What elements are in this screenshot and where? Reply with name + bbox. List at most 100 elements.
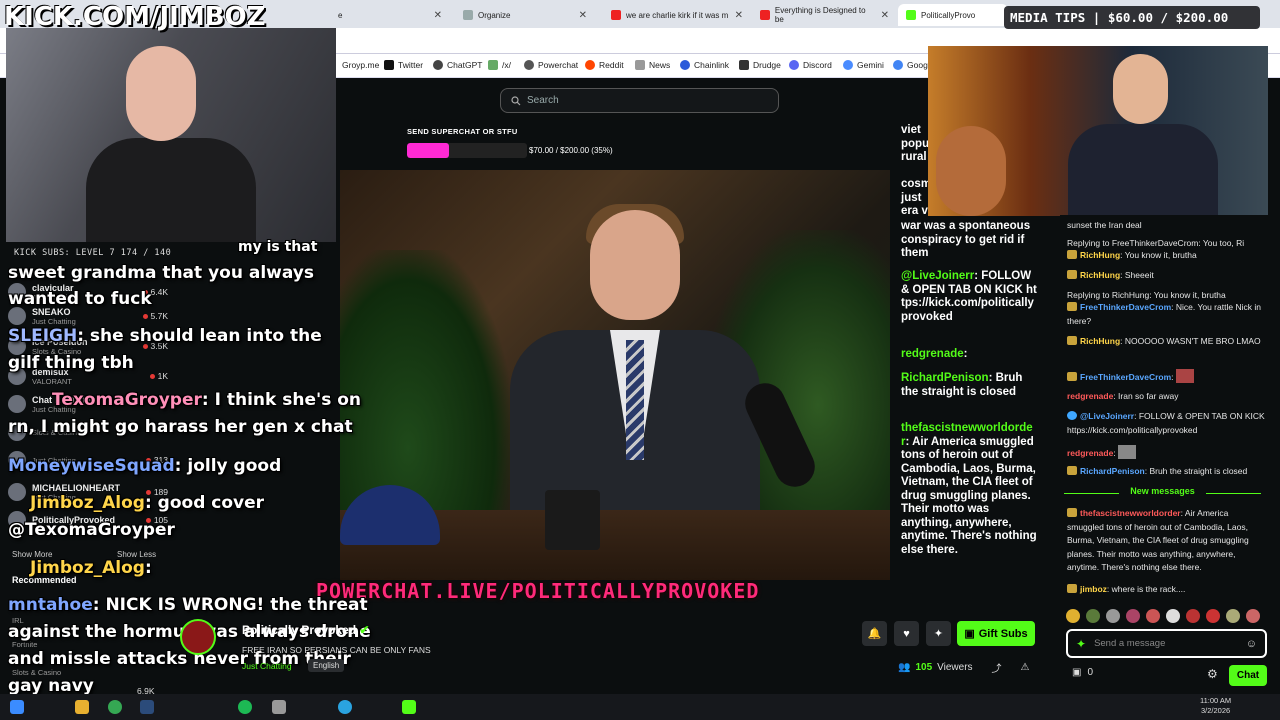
chat-input-placeholder: Send a message bbox=[1094, 638, 1166, 649]
browser-tab[interactable]: Organize ✕ bbox=[455, 4, 595, 26]
chainlink-icon bbox=[680, 60, 690, 70]
browser-tab[interactable]: e ✕ bbox=[330, 4, 450, 26]
mid-chat-message: viet popu rural bbox=[901, 124, 931, 165]
chat-username[interactable]: redgrenade bbox=[1067, 391, 1113, 401]
channel-info: Politically Provoked ✔ FREE IRAN SO PERS… bbox=[168, 615, 898, 685]
overlay-chat-text: wanted to fuck bbox=[8, 289, 152, 309]
channel-avatar[interactable] bbox=[180, 619, 216, 655]
bookmark-gemini[interactable]: Gemini bbox=[843, 60, 884, 70]
mid-chat-text: cosm just era v bbox=[901, 178, 932, 217]
system-clock: 11:00 AM 3/2/2026 bbox=[1200, 696, 1231, 716]
bookmark-powerchat[interactable]: Powerchat bbox=[524, 60, 578, 70]
chat-points[interactable]: ▣ 0 bbox=[1072, 667, 1093, 678]
chat-message: thefascistnewworldorder: Air America smu… bbox=[1067, 508, 1249, 572]
overlay-chat-line: @TexomaGroyper bbox=[8, 517, 175, 544]
language-tag[interactable]: English bbox=[308, 659, 345, 672]
channel-name[interactable]: Politically Provoked ✔ bbox=[242, 623, 369, 637]
bookmark-news[interactable]: News bbox=[635, 60, 670, 70]
taskbar-app-icon[interactable] bbox=[272, 700, 286, 714]
overlay-chat-user: SLEIGH bbox=[8, 326, 78, 346]
bookmark-reddit[interactable]: Reddit bbox=[585, 60, 624, 70]
telegram-icon[interactable] bbox=[338, 700, 352, 714]
sparkle-icon[interactable]: ✦ bbox=[1076, 637, 1086, 651]
chat-username[interactable]: RichardPenison bbox=[1080, 466, 1145, 476]
chrome-icon[interactable] bbox=[108, 700, 122, 714]
bookmark-groypme[interactable]: Groyp.me bbox=[342, 60, 379, 70]
close-tab-icon[interactable]: ✕ bbox=[579, 10, 587, 21]
chat-username[interactable]: FreeThinkerDaveCrom bbox=[1080, 372, 1171, 382]
bookmark-label: ChatGPT bbox=[447, 60, 483, 70]
live-dot-icon bbox=[142, 313, 148, 319]
bookmark-label: Twitter bbox=[398, 60, 424, 70]
bookmark-google[interactable]: Goog bbox=[893, 60, 928, 70]
bookmark-chatgpt[interactable]: ChatGPT bbox=[433, 60, 482, 70]
sub-badge-icon bbox=[1067, 270, 1077, 279]
browser-tab[interactable]: we are charlie kirk if it was m ✕ bbox=[603, 4, 751, 26]
overlay-chat-text: she should lean into the bbox=[89, 326, 322, 346]
report-icon[interactable]: ⚠ bbox=[1021, 662, 1030, 673]
chat-username[interactable]: RichHung bbox=[1080, 270, 1120, 280]
steam-icon[interactable] bbox=[140, 700, 154, 714]
stream-video[interactable] bbox=[340, 170, 890, 580]
mid-chat-user: RichardPenison bbox=[901, 372, 989, 384]
follow-heart-icon[interactable]: ♥ bbox=[894, 621, 919, 646]
emote-icon[interactable] bbox=[1166, 609, 1180, 623]
emote-icon[interactable] bbox=[1106, 609, 1120, 623]
viewer-count: 1K bbox=[149, 371, 168, 381]
bookmark-x[interactable]: /x/ bbox=[488, 60, 511, 70]
clock-date: 3/2/2026 bbox=[1200, 706, 1231, 715]
x-logo-icon bbox=[384, 60, 394, 70]
emote-icon[interactable] bbox=[1186, 609, 1200, 623]
file-explorer-icon[interactable] bbox=[75, 700, 89, 714]
chat-message: @LiveJoinerr: FOLLOW & OPEN TAB ON KICK … bbox=[1067, 411, 1265, 435]
chat-username[interactable]: RichHung bbox=[1080, 336, 1120, 346]
emote-icon[interactable] bbox=[1246, 609, 1260, 623]
search-input[interactable]: Search bbox=[500, 88, 779, 113]
emote-icon[interactable] bbox=[1126, 609, 1140, 623]
close-tab-icon[interactable]: ✕ bbox=[735, 10, 743, 21]
chat-message-input[interactable]: ✦ Send a message ☺ bbox=[1066, 629, 1267, 658]
bookmark-discord[interactable]: Discord bbox=[789, 60, 832, 70]
chat-send-button[interactable]: Chat bbox=[1229, 665, 1267, 686]
sparkle-action-icon[interactable]: ✦ bbox=[926, 621, 951, 646]
chat-username[interactable]: redgrenade bbox=[1067, 448, 1113, 458]
mid-chat-text: war was a spontaneous conspiracy to get … bbox=[901, 220, 1031, 259]
bookmark-twitter[interactable]: Twitter bbox=[384, 60, 423, 70]
sub-badge-icon bbox=[1067, 302, 1077, 311]
browser-tab-active[interactable]: PoliticallyProvo bbox=[898, 4, 1008, 26]
tab-label: Organize bbox=[478, 10, 511, 20]
chat-message: RichHung: You know it, brutha bbox=[1067, 249, 1265, 263]
overlay-chat-line: rn, I might go harass her gen x chat bbox=[8, 414, 353, 441]
emote-icon[interactable] bbox=[1066, 609, 1080, 623]
chat-settings-icon[interactable]: ⚙ bbox=[1207, 667, 1218, 681]
stream-category[interactable]: Just Chatting bbox=[242, 661, 292, 671]
chat-username[interactable]: RichHung bbox=[1080, 250, 1120, 260]
chat-username[interactable]: thefascistnewworldorder bbox=[1080, 508, 1181, 518]
notifications-bell-icon[interactable]: 🔔 bbox=[862, 621, 887, 646]
share-icon[interactable]: ⤴ bbox=[992, 660, 1002, 675]
gift-subs-button[interactable]: ▣ Gift Subs bbox=[957, 621, 1035, 646]
close-tab-icon[interactable]: ✕ bbox=[434, 10, 442, 21]
mid-chat-text: viet popu rural bbox=[901, 124, 930, 163]
emote-icon[interactable] bbox=[1226, 609, 1240, 623]
kick-app-icon[interactable] bbox=[402, 700, 416, 714]
new-messages-divider[interactable]: New messages bbox=[1060, 486, 1265, 500]
close-tab-icon[interactable]: ✕ bbox=[881, 10, 889, 21]
bookmark-chainlink[interactable]: Chainlink bbox=[680, 60, 729, 70]
chat-username[interactable]: @LiveJoinerr bbox=[1080, 411, 1134, 421]
emote-icon[interactable] bbox=[1086, 609, 1100, 623]
browser-tab[interactable]: Everything is Designed to be ✕ bbox=[752, 4, 897, 26]
chat-username[interactable]: FreeThinkerDaveCrom bbox=[1080, 302, 1171, 312]
emote-icon[interactable] bbox=[1146, 609, 1160, 623]
overlay-chat-text: sweet grandma that you always bbox=[8, 263, 315, 283]
bookmark-label: Discord bbox=[803, 60, 832, 70]
start-menu-icon[interactable] bbox=[10, 700, 24, 714]
emote-icon[interactable] bbox=[1206, 609, 1220, 623]
spotify-icon[interactable] bbox=[238, 700, 252, 714]
chat-username[interactable]: jimboz bbox=[1080, 584, 1107, 594]
emoji-picker-icon[interactable]: ☺ bbox=[1246, 638, 1257, 650]
chat-message-text: You know it, brutha bbox=[1124, 250, 1197, 260]
bookmark-drudge[interactable]: Drudge bbox=[739, 60, 781, 70]
tie bbox=[626, 340, 644, 460]
viewer-count: 👥 105 Viewers ⤴ ⚠ bbox=[898, 660, 1030, 675]
